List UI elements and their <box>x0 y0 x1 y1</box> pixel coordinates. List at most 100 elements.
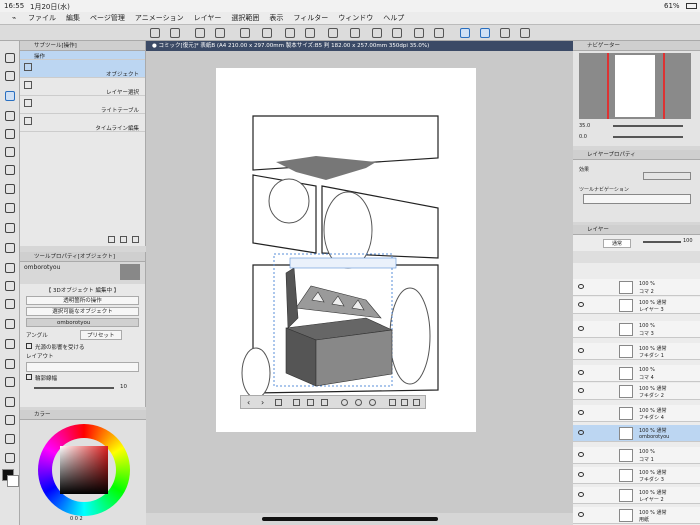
menu-view[interactable]: 表示 <box>269 13 283 23</box>
delete-subtool-icon[interactable] <box>132 236 139 243</box>
brush-ruler-icon[interactable] <box>520 28 530 38</box>
menu-animation[interactable]: アニメーション <box>135 13 184 23</box>
outline-checkbox[interactable] <box>26 374 32 380</box>
zoom-slider[interactable] <box>613 125 683 127</box>
app-logo-icon[interactable]: ⌁ <box>0 14 28 22</box>
figure-tool-icon[interactable] <box>5 359 15 369</box>
outline-slider[interactable]: 10 <box>20 383 145 393</box>
export-icon[interactable] <box>262 28 272 38</box>
pen-ruler-icon[interactable] <box>500 28 510 38</box>
eye-icon[interactable] <box>578 370 584 375</box>
auto-select-icon[interactable] <box>5 147 15 157</box>
layout-buttons[interactable] <box>26 362 139 372</box>
text-tool-icon[interactable] <box>5 415 15 425</box>
layer-row[interactable]: 100 % コマ 1 <box>573 447 700 464</box>
layer-toolbar[interactable] <box>573 251 700 263</box>
brush-tool-icon[interactable] <box>5 223 15 233</box>
eyedropper-icon[interactable] <box>5 165 15 175</box>
wrench-icon[interactable] <box>275 399 282 406</box>
subtool-timeline[interactable]: タイムライン編集 <box>20 114 145 132</box>
subtool-object[interactable]: オブジェクト <box>20 60 145 78</box>
eye-icon[interactable] <box>578 452 584 457</box>
prev-icon[interactable]: ‹ <box>247 398 250 407</box>
blend-mode-select[interactable]: 通常 <box>603 239 632 248</box>
menu-layer[interactable]: レイヤー <box>194 13 222 23</box>
zoom-tool-icon[interactable] <box>5 53 15 63</box>
angle-slider[interactable] <box>613 136 683 138</box>
settings-icon[interactable] <box>328 28 338 38</box>
layer-row[interactable]: 100 % 通常 用紙 <box>573 507 700 524</box>
home-indicator[interactable] <box>262 517 438 521</box>
frame-tool-icon[interactable] <box>5 377 15 387</box>
menu-filter[interactable]: フィルター <box>293 13 328 23</box>
eraser-tool-icon[interactable] <box>5 281 15 291</box>
new-subtool-icon[interactable] <box>120 236 127 243</box>
eye-icon[interactable] <box>578 388 584 393</box>
curve-ruler-icon[interactable] <box>480 28 490 38</box>
rotate-icon[interactable] <box>434 28 444 38</box>
pose-icon-3[interactable] <box>413 399 420 406</box>
balloon-tool-icon[interactable] <box>5 434 15 444</box>
pose-icon-2[interactable] <box>401 399 408 406</box>
operation-tool-icon[interactable] <box>5 91 15 101</box>
menu-window[interactable]: ウィンドウ <box>338 13 373 23</box>
subtool-layer-select[interactable]: レイヤー選択 <box>20 78 145 96</box>
menu-page[interactable]: ページ管理 <box>90 13 125 23</box>
move-icon[interactable] <box>195 28 205 38</box>
canvas-tab[interactable]: ● コミック[復元]* 表紙B (A4 210.00 x 297.00mm 製本… <box>146 41 573 51</box>
selection-tool-icon[interactable] <box>5 129 15 139</box>
ruler-tool-icon[interactable] <box>5 397 15 407</box>
clear-icon[interactable] <box>350 28 360 38</box>
selectable-object-select[interactable]: 選択可能なオブジェクト <box>26 307 139 316</box>
reset-icon[interactable] <box>341 399 348 406</box>
next-icon[interactable]: › <box>261 398 264 407</box>
blend-tool-icon[interactable] <box>5 299 15 309</box>
save-icon[interactable] <box>240 28 250 38</box>
saturation-square[interactable] <box>60 446 108 494</box>
sub-color-swatch[interactable] <box>7 475 19 487</box>
preset-button[interactable]: プリセット <box>80 330 122 340</box>
ground-icon[interactable] <box>321 399 328 406</box>
copy-subtool-icon[interactable] <box>108 236 115 243</box>
airbrush-tool-icon[interactable] <box>5 243 15 253</box>
selection-icon[interactable] <box>414 28 424 38</box>
layer-row[interactable]: 100 % 通常 フキダシ 1 <box>573 343 700 360</box>
rotate-object-icon[interactable] <box>369 399 376 406</box>
layer-row[interactable]: 100 % 通常 レイヤー 3 <box>573 297 700 314</box>
layer-row[interactable]: 100 % 通常 フキダシ 2 <box>573 383 700 400</box>
eye-icon[interactable] <box>578 472 584 477</box>
menu-icon[interactable] <box>150 28 160 38</box>
fit-icon[interactable] <box>307 399 314 406</box>
file-icon[interactable] <box>170 28 180 38</box>
layer-row[interactable]: 100 % 通常 レイヤー 2 <box>573 487 700 504</box>
layer-row[interactable]: 100 % 通常 フキダシ 4 <box>573 405 700 422</box>
pen-tool-icon[interactable] <box>5 184 15 194</box>
layer-row[interactable]: 100 % コマ 4 <box>573 365 700 382</box>
transparent-op-select[interactable]: 透明箇所の操作 <box>26 296 139 305</box>
correction-tool-icon[interactable] <box>5 453 15 463</box>
tool-navigation-button[interactable] <box>583 194 691 204</box>
navigator-preview[interactable] <box>579 53 691 119</box>
layer-row[interactable]: 100 % コマ 2 <box>573 279 700 296</box>
redo-icon[interactable] <box>305 28 315 38</box>
pencil-tool-icon[interactable] <box>5 203 15 213</box>
layer-row-selected[interactable]: 100 % 通常 omborotyou <box>573 425 700 442</box>
fill-icon[interactable] <box>392 28 402 38</box>
manga-page[interactable] <box>216 68 476 432</box>
move-layer-icon[interactable] <box>5 111 15 121</box>
menu-file[interactable]: ファイル <box>28 13 56 23</box>
camera-icon[interactable] <box>293 399 300 406</box>
gradient-tool-icon[interactable] <box>5 339 15 349</box>
layer-row[interactable]: 100 % 通常 フキダシ 3 <box>573 467 700 484</box>
object-launcher[interactable] <box>289 257 397 269</box>
fill-tool-icon[interactable] <box>5 319 15 329</box>
light-checkbox[interactable] <box>26 343 32 349</box>
eye-icon[interactable] <box>578 348 584 353</box>
ruler-icon[interactable] <box>460 28 470 38</box>
eye-icon[interactable] <box>578 326 584 331</box>
undo-icon[interactable] <box>285 28 295 38</box>
eye-icon[interactable] <box>578 410 584 415</box>
eye-icon[interactable] <box>578 430 584 435</box>
subtool-light-table[interactable]: ライトテーブル <box>20 96 145 114</box>
subtool-group[interactable]: 操作 <box>20 51 145 60</box>
